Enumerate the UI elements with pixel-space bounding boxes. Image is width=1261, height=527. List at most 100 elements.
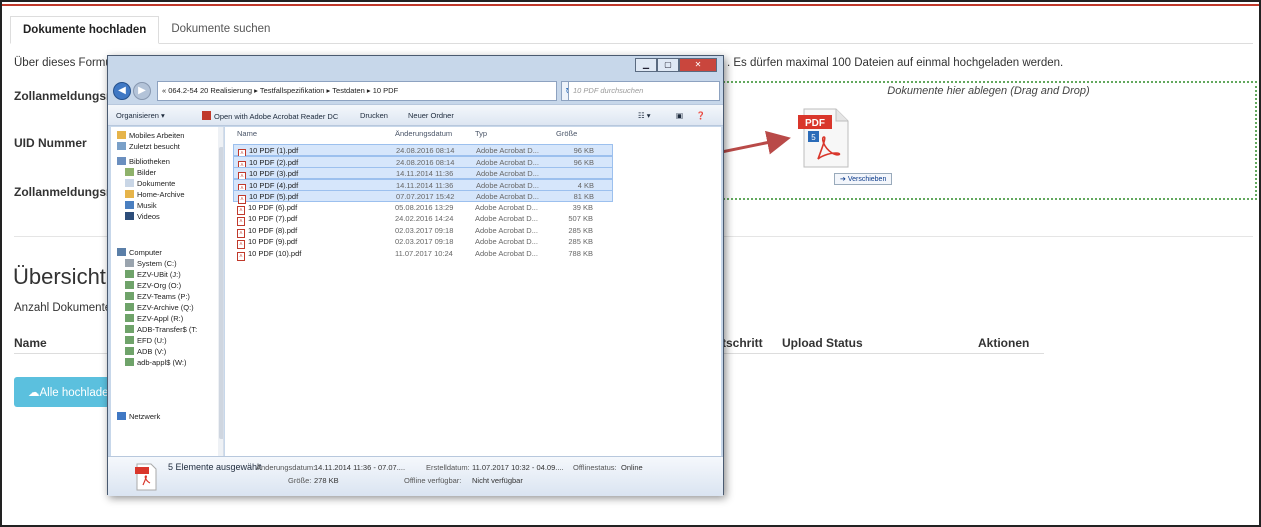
offline-status-value: Online [621,463,643,472]
file-size-text: 39 KB [572,202,593,212]
nav-item[interactable]: EFD (U:) [125,336,167,345]
view-options-icon[interactable]: ☷ ▾ [638,111,651,120]
maximize-icon[interactable]: ▢ [657,58,679,72]
scrollbar-thumb[interactable] [219,147,223,439]
upload-all-button[interactable]: ☁Alle hochladen [14,377,115,407]
back-icon[interactable]: ◀ [113,82,131,100]
nav-item-label: Netzwerk [129,412,161,421]
file-row[interactable]: ⋏ 10 PDF (3).pdf 14.11.2014 11:36 Adobe Acr… [233,167,613,181]
file-modified-date-text: 02.03.2017 09:18 [395,237,454,246]
file-modified-date-text: 07.07.2017 15:42 [396,192,455,201]
file-size: 788 KB [553,249,593,258]
print-button[interactable]: Drucken [360,111,388,120]
nav-item[interactable]: EZV-Appl (R:) [125,314,183,323]
file-type-text: Adobe Acrobat D... [475,248,538,258]
size-value: 278 KB [314,476,339,485]
col-header-filename[interactable]: Name [237,129,257,138]
nav-item[interactable]: adb-appl$ (W:) [125,358,186,367]
document-count-label: Anzahl Dokumente [14,302,112,314]
file-modified-date: 24.02.2016 14:24 [395,214,453,223]
file-modified-date: 11.07.2017 10:24 [395,249,453,258]
forward-icon[interactable]: ▶ [133,82,151,100]
file-name-text: 10 PDF (7).pdf [248,214,298,223]
window-caption[interactable]: ▁ ▢ ✕ [108,56,723,82]
file-type-text: Adobe Acrobat D... [476,146,539,155]
explorer-window[interactable]: ▁ ▢ ✕ ◀ ▶ « 064.2-54 20 Realisierung ▸ T… [107,55,724,496]
file-row[interactable]: ⋏ 10 PDF (8).pdf 02.03.2017 09:18 Adobe Acr… [233,225,613,238]
file-size-text: 507 KB [568,214,593,223]
nav-item[interactable]: EZV-UBit (J:) [125,270,181,279]
nav-item[interactable]: ADB-Transfer$ (T: [125,325,197,334]
nav-item[interactable]: Dokumente [125,179,175,188]
address-row: ◀ ▶ « 064.2-54 20 Realisierung ▸ Testfal… [113,80,720,102]
file-type-text: Adobe Acrobat D... [475,202,538,212]
file-row[interactable]: ⋏ 10 PDF (9).pdf 02.03.2017 09:18 Adobe Acr… [233,236,613,249]
nav-item[interactable]: EZV-Org (O:) [125,281,181,290]
offline-available-label: Offline verfügbar: [404,476,462,485]
help-icon[interactable]: ❓ [696,111,705,120]
folder-icon [125,190,134,198]
nav-item[interactable]: EZV-Teams (P:) [125,292,190,301]
close-icon[interactable]: ✕ [679,58,717,72]
acrobat-icon [202,111,211,120]
nav-item[interactable]: Netzwerk [117,412,160,421]
network-drive-icon [125,325,134,333]
nav-item-label: Bilder [137,168,157,177]
nav-item[interactable]: Computer [117,248,162,257]
file-row[interactable]: ⋏ 10 PDF (1).pdf 24.08.2016 08:14 Adobe Acr… [233,144,613,158]
open-with-acrobat-button[interactable]: Open with Adobe Acrobat Reader DC [202,111,338,121]
nav-item[interactable]: Bibliotheken [117,157,170,166]
file-modified-date-text: 24.08.2016 08:14 [396,146,455,155]
col-header-step: tschritt [722,336,763,350]
nav-item[interactable]: EZV-Archive (Q:) [125,303,194,312]
file-row[interactable]: ⋏ 10 PDF (2).pdf 24.08.2016 08:14 Adobe Acr… [233,155,613,170]
file-type: Adobe Acrobat D... [475,226,538,235]
nav-item[interactable]: System (C:) [125,259,177,268]
file-size: 96 KB [554,146,594,155]
nav-item[interactable]: Zuletzt besucht [117,142,180,151]
nav-item[interactable]: Musik [125,201,157,210]
file-row[interactable]: ⋏ 10 PDF (6).pdf 05.08.2016 13:29 Adobe Acr… [233,202,613,215]
nav-item-label: ADB (V:) [137,347,167,356]
file-row[interactable]: ⋏ 10 PDF (4).pdf 14.11.2014 11:36 Adobe Acr… [233,178,613,193]
breadcrumb-bar[interactable]: « 064.2-54 20 Realisierung ▸ Testfallspe… [157,81,557,101]
organize-menu[interactable]: Organisieren ▾ [116,111,165,120]
file-type: Adobe Acrobat D... [476,181,539,190]
file-row[interactable]: ⋏ 10 PDF (10).pdf 11.07.2017 10:24 Adobe Ac… [233,248,613,261]
nav-item[interactable]: Mobiles Arbeiten [117,131,184,140]
preview-pane-icon[interactable]: ▣ [676,111,683,120]
file-row[interactable]: ⋏ 10 PDF (7).pdf 24.02.2016 14:24 Adobe Acr… [233,213,613,226]
folder-search-input[interactable]: 10 PDF durchsuchen [568,81,720,101]
minimize-icon[interactable]: ▁ [635,58,657,72]
file-type: Adobe Acrobat D... [475,203,538,212]
recent-icon [117,142,126,150]
file-name-text: 10 PDF (1).pdf [249,146,299,155]
navigation-scrollbar[interactable] [218,127,223,456]
offline-available-value: Nicht verfügbar [472,476,523,485]
size-label: Größe: [288,476,312,485]
file-modified-date-text: 02.03.2017 09:18 [395,225,454,235]
new-folder-button[interactable]: Neuer Ordner [408,111,454,120]
nav-item[interactable]: Videos [125,212,160,221]
computer-icon [117,248,126,256]
nav-item-label: adb-appl$ (W:) [137,358,187,367]
file-row[interactable]: ⋏ 10 PDF (5).pdf 07.07.2017 15:42 Adobe Acr… [233,190,613,204]
nav-item[interactable]: ADB (V:) [125,347,166,356]
file-size-text: 81 KB [573,192,594,201]
col-header-size[interactable]: Größe [556,129,577,138]
network-drive-icon [125,303,134,311]
col-header-type[interactable]: Typ [475,129,487,138]
file-size: 285 KB [553,226,593,235]
offline-status-label: Offlinestatus: [573,463,617,472]
file-list-pane: Name Änderungsdatum Typ Größe ⋏ 10 PDF (1… [225,127,721,456]
explorer-toolbar: Organisieren ▾ Open with Adobe Acrobat R… [108,104,723,126]
modified-label: Änderungsdatum: [256,463,316,472]
col-header-modified[interactable]: Änderungsdatum [395,129,452,138]
network-drive-icon [125,336,134,344]
nav-item[interactable]: Bilder [125,168,156,177]
file-modified-date: 24.08.2016 08:14 [396,158,454,167]
nav-item-label: Zuletzt besucht [129,142,180,151]
nav-item-label: System (C:) [137,259,177,268]
file-type: Adobe Acrobat D... [475,249,538,258]
nav-item[interactable]: Home-Archive [125,190,185,199]
